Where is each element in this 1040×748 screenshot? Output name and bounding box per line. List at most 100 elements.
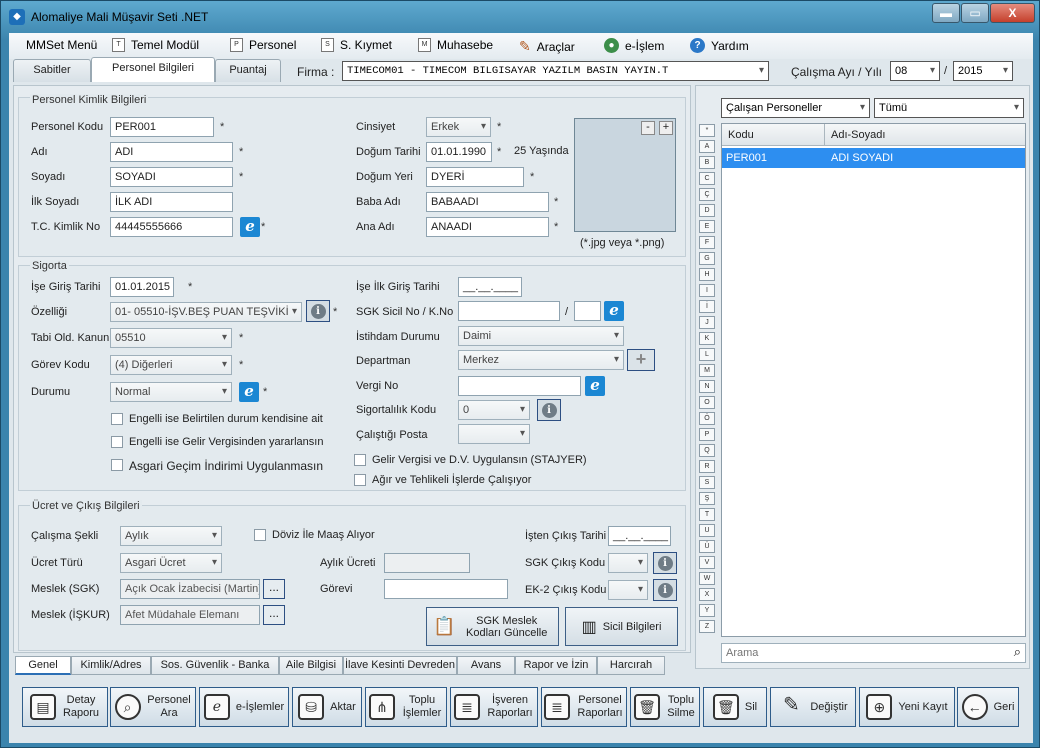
menu-yardim[interactable]: ? Yardım <box>690 38 749 53</box>
isveren-raporlari-button[interactable]: ≣ İşveren Raporları <box>450 687 538 727</box>
e-government-icon[interactable]: e <box>239 382 259 402</box>
dogum-yeri-field[interactable]: DYERİ <box>426 167 524 187</box>
kanun-select[interactable]: 05510 <box>110 328 232 348</box>
column-header-kodu[interactable]: Kodu <box>722 124 825 146</box>
departman-select[interactable]: Merkez <box>458 350 624 370</box>
letter-filter-button[interactable]: M <box>699 364 715 377</box>
soyadi-field[interactable]: SOYADI <box>110 167 233 187</box>
tab-sos-guvenlik[interactable]: Sos. Güvenlik - Banka <box>151 656 279 675</box>
ilk-giris-field[interactable]: __.__.____ <box>458 277 522 297</box>
posta-select[interactable] <box>458 424 530 444</box>
tc-field[interactable]: 44445555666 <box>110 217 233 237</box>
aktar-button[interactable]: ⛁ Aktar <box>292 687 362 727</box>
letter-filter-button[interactable]: B <box>699 156 715 169</box>
baba-adi-field[interactable]: BABAADI <box>426 192 549 212</box>
sigortalilik-select[interactable]: 0 <box>458 400 530 420</box>
photo-box[interactable] <box>574 118 676 232</box>
cikis-tarih-field[interactable]: __.__.____ <box>608 526 671 546</box>
letter-filter-button[interactable]: I <box>699 284 715 297</box>
add-departman-icon[interactable]: + <box>627 349 655 371</box>
dogum-tarihi-field[interactable]: 01.01.1990 <box>426 142 492 162</box>
aylik-ucret-field[interactable] <box>384 553 470 573</box>
letter-filter-button[interactable]: Z <box>699 620 715 633</box>
sicil-bilgileri-button[interactable]: ▥ Sicil Bilgileri <box>565 607 678 646</box>
month-select[interactable]: 08 <box>890 61 940 81</box>
letter-filter-button[interactable]: X <box>699 588 715 601</box>
letter-filter-button[interactable]: Ü <box>699 540 715 553</box>
tab-avans[interactable]: Avans <box>457 656 515 675</box>
toplu-islemler-button[interactable]: ⋔ Toplu İşlemler <box>365 687 447 727</box>
letter-filter-button[interactable]: Ş <box>699 492 715 505</box>
meslek-iskur-browse-button[interactable]: ... <box>263 605 285 625</box>
adi-field[interactable]: ADI <box>110 142 233 162</box>
info-icon[interactable]: i <box>306 300 330 322</box>
photo-remove-button[interactable]: - <box>641 121 655 135</box>
letter-filter-button[interactable]: * <box>699 124 715 137</box>
tab-puantaj[interactable]: Puantaj <box>215 59 281 82</box>
info-icon[interactable]: i <box>537 399 561 421</box>
letter-filter-button[interactable]: S <box>699 476 715 489</box>
stajyer-checkbox[interactable] <box>354 454 366 466</box>
column-header-adi-soyadi[interactable]: Adı-Soyadı <box>825 124 1025 146</box>
letter-filter-button[interactable]: W <box>699 572 715 585</box>
letter-filter-button[interactable]: V <box>699 556 715 569</box>
degistir-button[interactable]: ✎ Değiştir <box>770 687 856 727</box>
photo-add-button[interactable]: + <box>659 121 673 135</box>
letter-filter-button[interactable]: P <box>699 428 715 441</box>
engelli-gv-checkbox[interactable] <box>111 436 123 448</box>
engelli-kendisi-checkbox[interactable] <box>111 413 123 425</box>
tab-sabitler[interactable]: Sabitler <box>13 59 91 82</box>
agi-checkbox[interactable] <box>111 459 123 471</box>
ana-adi-field[interactable]: ANAADI <box>426 217 549 237</box>
gorev-kodu-select[interactable]: (4) Diğerleri <box>110 355 232 375</box>
sil-button[interactable]: 🗑 Sil <box>703 687 767 727</box>
menu-muhasebe[interactable]: M Muhasebe <box>418 38 493 52</box>
toplu-silme-button[interactable]: 🗑 Toplu Silme <box>630 687 700 727</box>
letter-filter-button[interactable]: İ <box>699 300 715 313</box>
detay-raporu-button[interactable]: ▤ Detay Raporu <box>22 687 108 727</box>
meslek-iskur-field[interactable]: Afet Müdahale Elemanı <box>120 605 260 625</box>
sgk-sicil-field[interactable] <box>458 301 560 321</box>
tab-personel-bilgileri[interactable]: Personel Bilgileri <box>91 57 215 82</box>
search-icon[interactable]: ⌕ <box>1014 644 1021 660</box>
e-islemler-button[interactable]: e e-İşlemler <box>199 687 289 727</box>
meslek-sgk-browse-button[interactable]: ... <box>263 579 285 599</box>
sgk-cikis-select[interactable] <box>608 553 648 573</box>
durumu-select[interactable]: Normal <box>110 382 232 402</box>
letter-filter-button[interactable]: F <box>699 236 715 249</box>
istihdam-select[interactable]: Daimi <box>458 326 624 346</box>
minimize-button[interactable]: ▬ <box>932 3 960 23</box>
letter-filter-button[interactable]: Q <box>699 444 715 457</box>
personel-kodu-field[interactable]: PER001 <box>110 117 214 137</box>
maximize-button[interactable]: ▭ <box>961 3 989 23</box>
menu-s-kiymet[interactable]: S S. Kıymet <box>321 38 392 52</box>
tab-harcirah[interactable]: Harcırah <box>597 656 665 675</box>
info-icon[interactable]: i <box>653 579 677 601</box>
tab-aile-bilgisi[interactable]: Aile Bilgisi <box>279 656 343 675</box>
ilk-soyadi-field[interactable]: İLK ADI <box>110 192 233 212</box>
letter-filter-button[interactable]: D <box>699 204 715 217</box>
doviz-checkbox[interactable] <box>254 529 266 541</box>
geri-button[interactable]: ← Geri <box>957 687 1019 727</box>
letter-filter-button[interactable]: H <box>699 268 715 281</box>
status-filter-select[interactable]: Tümü <box>874 98 1024 118</box>
letter-filter-button[interactable]: E <box>699 220 715 233</box>
sgk-kno-field[interactable] <box>574 301 601 321</box>
yeni-kayit-button[interactable]: ⊕ Yeni Kayıt <box>859 687 955 727</box>
ek2-cikis-select[interactable] <box>608 580 648 600</box>
menu-mmset[interactable]: MMSet Menü <box>26 38 97 52</box>
letter-filter-button[interactable]: L <box>699 348 715 361</box>
letter-filter-button[interactable]: Ö <box>699 412 715 425</box>
vergi-no-field[interactable] <box>458 376 581 396</box>
personnel-filter-select[interactable]: Çalışan Personeller <box>721 98 870 118</box>
firma-select[interactable]: TIMECOM01 - TIMECOM BILGISAYAR YAZILM BA… <box>342 61 769 81</box>
meslek-sgk-field[interactable]: Açık Ocak İzabecisi (Martin) <box>120 579 260 599</box>
letter-filter-button[interactable]: U <box>699 524 715 537</box>
e-government-icon[interactable]: e <box>240 217 260 237</box>
ise-giris-field[interactable]: 01.01.2015 <box>110 277 174 297</box>
tab-genel[interactable]: Genel <box>15 656 71 675</box>
letter-filter-button[interactable]: J <box>699 316 715 329</box>
cinsiyet-select[interactable]: Erkek <box>426 117 491 137</box>
search-input[interactable] <box>722 644 1002 662</box>
menu-e-islem[interactable]: ● e-İşlem <box>604 38 664 53</box>
